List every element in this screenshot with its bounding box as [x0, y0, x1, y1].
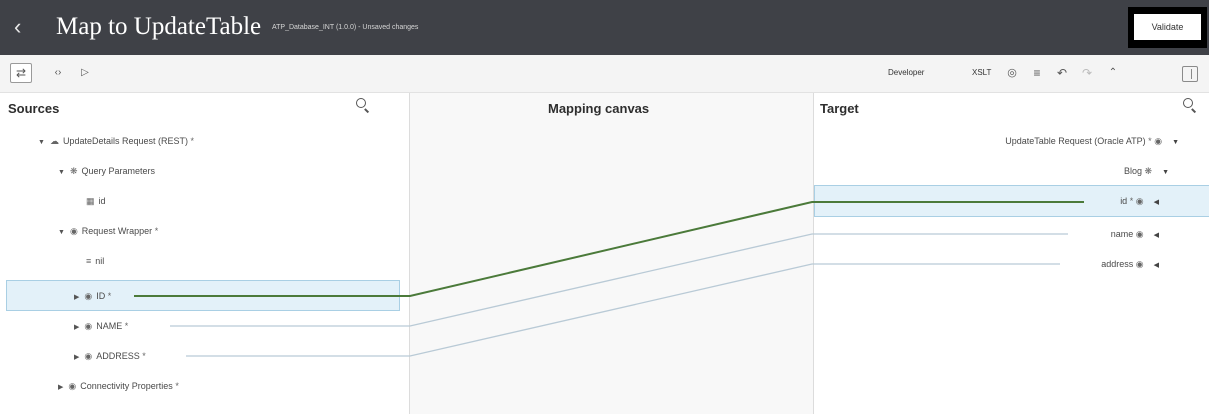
code-icon[interactable]: ‹› [50, 65, 66, 81]
source-node-name[interactable]: ▶ ◉ NAME * [74, 319, 128, 335]
source-node-id[interactable]: ▶ ◉ ID * [74, 289, 111, 305]
caret-right-icon[interactable]: ▶ [74, 294, 79, 301]
header-bar: ‹ Map to UpdateTable ATP_Database_INT (1… [0, 0, 1209, 55]
element-icon: ◉ [69, 226, 78, 236]
source-node-id-param[interactable]: ▦ id [86, 194, 106, 208]
view-icon[interactable]: ◎ [1005, 65, 1019, 81]
element-icon: ◉ [68, 381, 77, 391]
element-icon: ◉ [1154, 136, 1163, 146]
element-icon: ◉ [84, 351, 93, 361]
sources-title: Sources [8, 101, 60, 116]
caret-left-icon[interactable]: ◀ [1154, 199, 1159, 206]
collapse-icon[interactable]: ⌃ [1106, 65, 1120, 81]
source-node-nil[interactable]: ≡ nil [86, 254, 104, 268]
play-icon[interactable]: ▷ [78, 65, 92, 81]
element-icon: ◉ [1135, 259, 1144, 269]
undo-icon[interactable]: ↶ [1055, 65, 1069, 81]
search-icon[interactable] [356, 98, 370, 113]
rest-icon: ☁ [49, 136, 59, 146]
attribute-icon: ≡ [86, 256, 92, 266]
divider-right [813, 93, 814, 414]
swap-icon[interactable]: ⇄ [10, 63, 32, 83]
caret-right-icon[interactable]: ▶ [74, 324, 79, 331]
source-node-query-parameters[interactable]: ▼ ❋ Query Parameters [58, 164, 155, 180]
element-icon: ◉ [84, 321, 93, 331]
target-node-address[interactable]: address ◉ ◀ [1101, 257, 1159, 273]
source-node-address[interactable]: ▶ ◉ ADDRESS * [74, 349, 146, 365]
target-node-name[interactable]: name ◉ ◀ [1111, 227, 1159, 243]
caret-left-icon[interactable]: ◀ [1154, 232, 1159, 239]
caret-down-icon[interactable]: ▼ [38, 139, 45, 146]
caret-down-icon[interactable]: ▼ [58, 169, 65, 176]
xslt-toggle[interactable]: XSLT [972, 67, 991, 79]
element-icon: ◉ [84, 291, 93, 301]
search-icon[interactable] [1183, 98, 1197, 113]
validate-focus-ring: Validate [1128, 7, 1207, 48]
element-icon: ◉ [1135, 229, 1144, 239]
integration-subtitle: ATP_Database_INT (1.0.0) - Unsaved chang… [272, 24, 419, 31]
caret-down-icon[interactable]: ▼ [1162, 169, 1169, 176]
chevron-left-icon[interactable]: ‹ [14, 14, 21, 40]
params-icon: ❋ [69, 166, 78, 176]
target-node-blog[interactable]: Blog ❋ ▼ [1124, 164, 1169, 180]
target-node-id[interactable]: id * ◉ ◀ [1120, 194, 1159, 210]
source-node-request-wrapper[interactable]: ▼ ◉ Request Wrapper * [58, 224, 158, 240]
filter-icon[interactable]: ≡ [1030, 65, 1044, 81]
target-title: Target [820, 101, 859, 116]
caret-down-icon[interactable]: ▼ [1172, 139, 1179, 146]
source-node-updatedetails[interactable]: ▼ ☁ UpdateDetails Request (REST) * [38, 134, 194, 150]
params-icon: ❋ [1144, 166, 1153, 176]
element-icon: ◉ [1135, 196, 1144, 206]
caret-down-icon[interactable]: ▼ [58, 229, 65, 236]
developer-toggle[interactable]: Developer [888, 67, 924, 79]
target-node-updatetable[interactable]: UpdateTable Request (Oracle ATP) * ◉ ▼ [1005, 134, 1179, 150]
page-title: Map to UpdateTable [56, 13, 262, 40]
redo-icon[interactable]: ↷ [1080, 65, 1094, 81]
caret-left-icon[interactable]: ◀ [1154, 262, 1159, 269]
panel-icon[interactable] [1182, 66, 1198, 82]
source-node-connectivity[interactable]: ▶ ◉ Connectivity Properties * [58, 379, 179, 395]
field-icon: ▦ [86, 196, 95, 206]
validate-button[interactable]: Validate [1134, 14, 1201, 40]
toolbar: ⇄ ‹› ▷ Developer XSLT ◎ ≡ ↶ ↷ ⌃ [0, 55, 1209, 93]
canvas-title: Mapping canvas [548, 101, 650, 116]
divider-left [409, 93, 410, 414]
source-selected-row[interactable] [6, 280, 400, 311]
mapping-canvas [410, 93, 813, 414]
caret-right-icon[interactable]: ▶ [74, 354, 79, 361]
caret-right-icon[interactable]: ▶ [58, 384, 63, 391]
